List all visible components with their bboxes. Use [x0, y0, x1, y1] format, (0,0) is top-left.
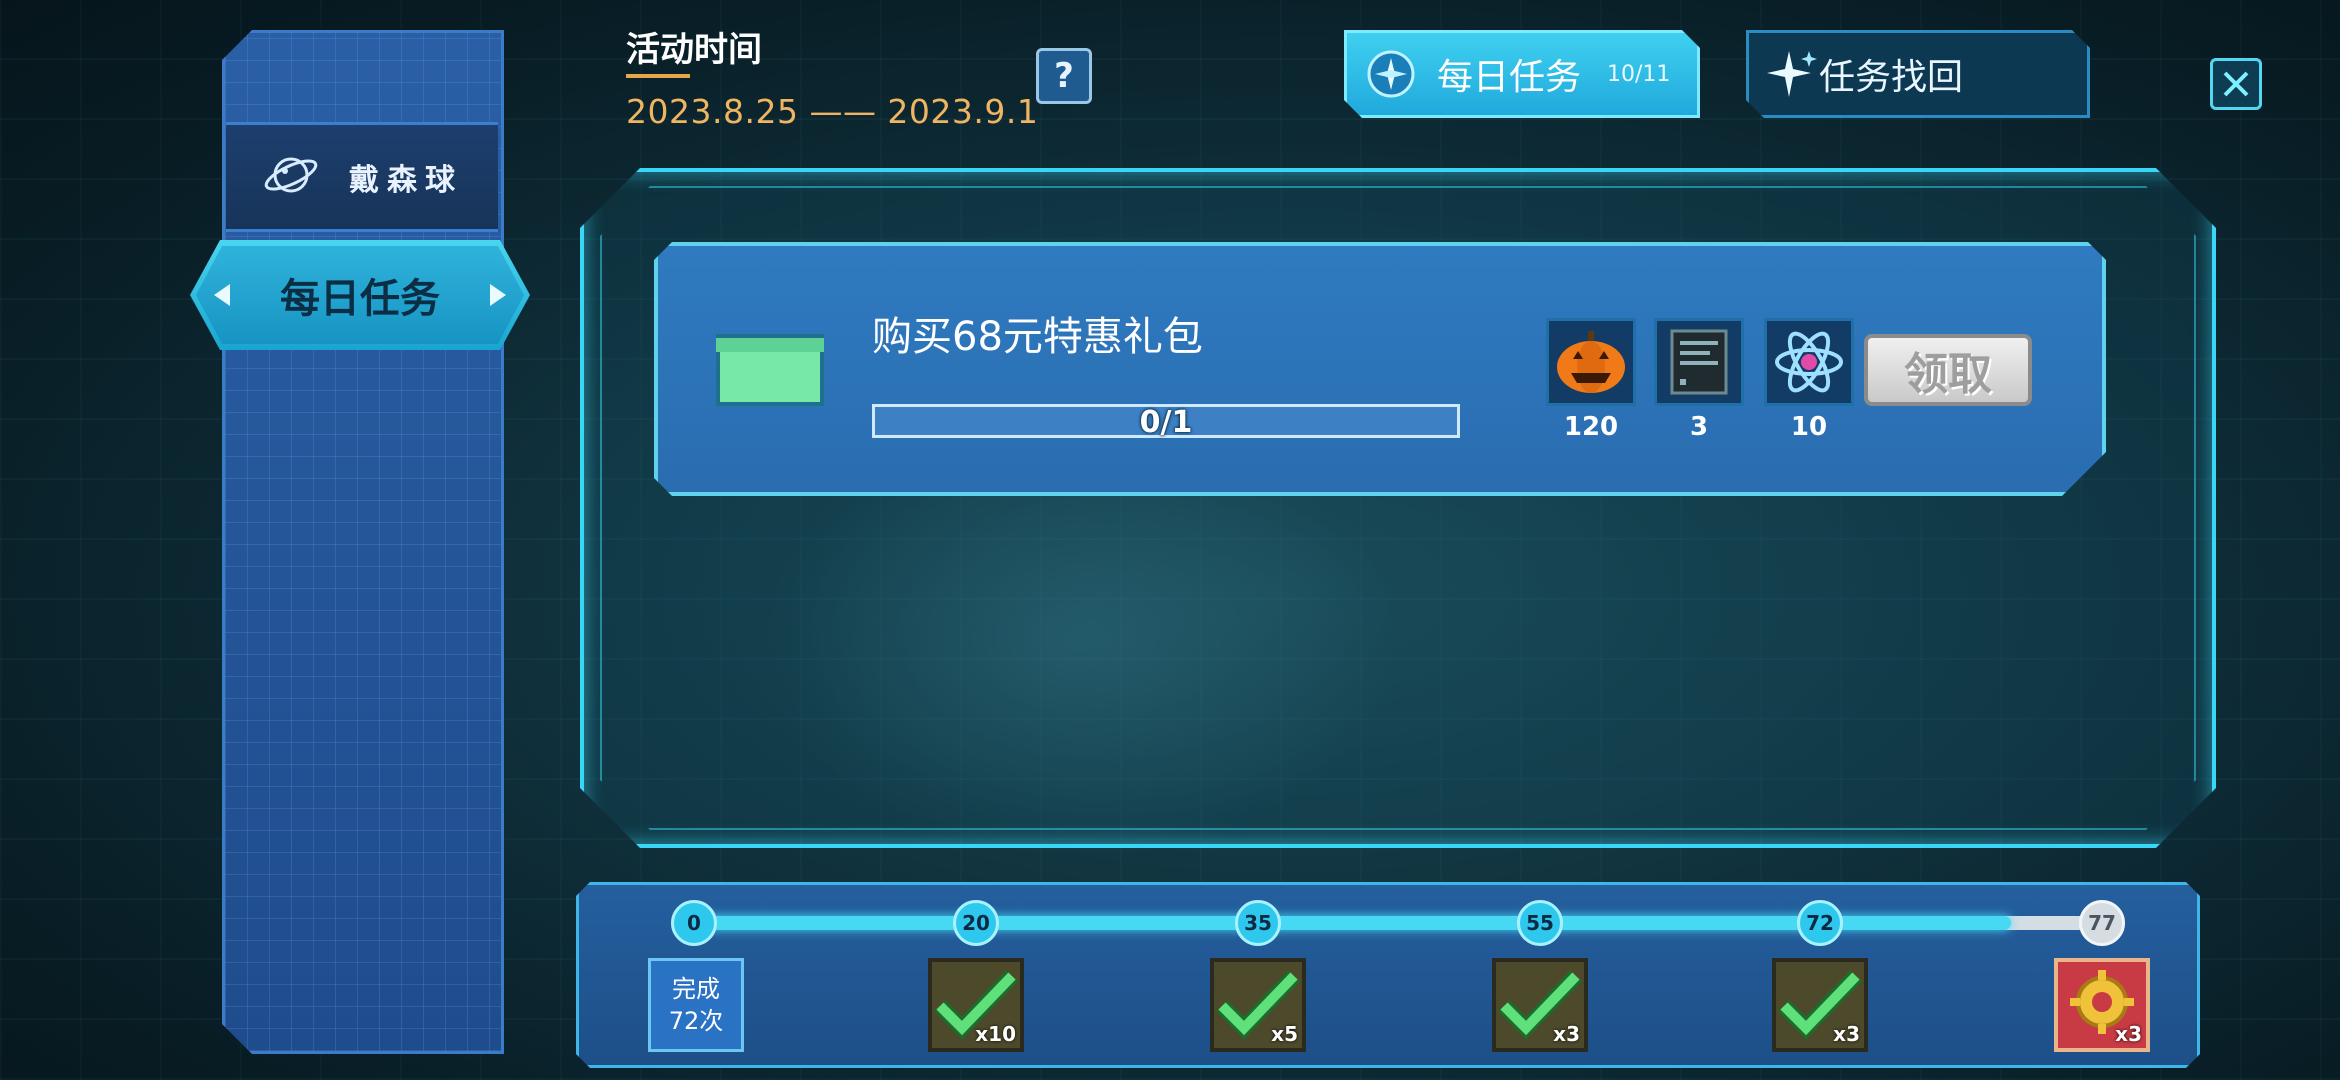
completion-label: 完成: [672, 975, 720, 1003]
activity-time-label: 活动时间: [626, 30, 762, 70]
sidebar-item-label: 戴森球: [349, 163, 463, 198]
milestone-track: [694, 916, 2102, 930]
tab-daily-tasks[interactable]: 每日任务 10/11: [1344, 30, 1700, 118]
milestone-panel: [576, 882, 2200, 1068]
arrow-right-icon: [490, 284, 506, 306]
sidebar-item-label: 每日任务: [280, 276, 440, 322]
task-progress-text: 0/1: [1139, 405, 1193, 440]
milestone-marker: 55: [1517, 900, 1563, 946]
tab-label: 每日任务: [1437, 57, 1582, 98]
milestone-reward[interactable]: x5: [1210, 958, 1306, 1052]
reward-quantity: x3: [2115, 1022, 2142, 1046]
completion-count: 72次: [668, 1007, 724, 1035]
atom-icon: [1775, 331, 1843, 393]
completion-count-box: 完成 72次: [648, 958, 744, 1052]
compass-icon: [1365, 48, 1417, 100]
title-underline: [626, 74, 690, 78]
milestone-marker: 77: [2079, 900, 2125, 946]
tab-count: 10/11: [1607, 61, 1671, 87]
reward-slot[interactable]: [1654, 318, 1744, 406]
sidebar-item-dyson-sphere[interactable]: 戴森球: [226, 122, 498, 232]
sidebar-item-daily-tasks[interactable]: 每日任务: [190, 240, 530, 350]
sparkle-icon: [1765, 47, 1821, 107]
help-button[interactable]: ?: [1036, 48, 1092, 104]
milestone-reward[interactable]: x3: [1492, 958, 1588, 1052]
reward-count: 10: [1790, 412, 1828, 442]
close-icon: [2223, 71, 2249, 97]
milestone-marker: 35: [1235, 900, 1281, 946]
data-chip-icon: [1670, 329, 1728, 395]
milestone-reward[interactable]: x10: [928, 958, 1024, 1052]
milestone-reward[interactable]: x3: [1772, 958, 1868, 1052]
question-icon: ?: [1054, 56, 1074, 96]
reward-count: 3: [1689, 412, 1709, 442]
milestone-reward-locked[interactable]: x3: [2054, 958, 2150, 1052]
pumpkin-icon: [1557, 331, 1625, 393]
reward-quantity: x5: [1271, 1022, 1298, 1046]
reward-quantity: x10: [975, 1022, 1016, 1046]
planet-icon: [261, 145, 321, 209]
milestone-marker: 0: [671, 900, 717, 946]
tab-task-recovery[interactable]: 任务找回: [1746, 30, 2090, 118]
activity-dates: 2023.8.25 —— 2023.9.1: [626, 92, 1039, 131]
close-button[interactable]: [2210, 58, 2262, 110]
task-title: 购买68元特惠礼包: [872, 314, 1203, 360]
gift-box-icon: [716, 334, 824, 406]
tab-label: 任务找回: [1819, 57, 1964, 98]
reward-slot[interactable]: [1764, 318, 1854, 406]
task-progress-bar: 0/1: [872, 404, 1460, 440]
claim-button[interactable]: 领取: [1864, 334, 2032, 406]
milestone-marker: 72: [1797, 900, 1843, 946]
arrow-left-icon: [214, 284, 230, 306]
reward-count: 120: [1563, 412, 1619, 442]
reward-quantity: x3: [1833, 1022, 1860, 1046]
reward-slot[interactable]: [1546, 318, 1636, 406]
milestone-marker: 20: [953, 900, 999, 946]
reward-quantity: x3: [1553, 1022, 1580, 1046]
